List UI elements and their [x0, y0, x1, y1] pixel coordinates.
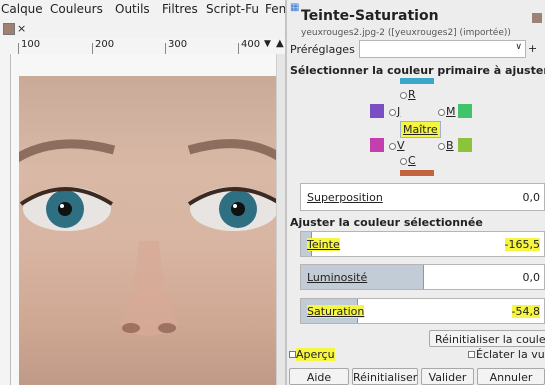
- adjust-label: Ajuster la couleur sélectionnée: [290, 216, 483, 229]
- ruler-tick: [92, 43, 93, 54]
- split-view-label[interactable]: Éclater la vue: [476, 348, 545, 361]
- ruler-tick: [18, 43, 19, 54]
- dialog-subtitle: yeuxrouges2.jpg-2 ([yeuxrouges2] (import…: [301, 28, 511, 38]
- cancel-button[interactable]: Annuler: [477, 368, 545, 385]
- image-canvas[interactable]: [11, 54, 276, 385]
- ruler-menu-arrow-icon[interactable]: ▼: [264, 39, 271, 49]
- master-button[interactable]: Maître: [400, 121, 441, 138]
- label-m[interactable]: M: [446, 105, 456, 118]
- ok-button[interactable]: Valider: [421, 368, 474, 385]
- vertical-ruler: [0, 54, 11, 385]
- saturation-value: -54,8: [511, 305, 540, 318]
- face-photo: [19, 76, 276, 385]
- radio-green[interactable]: [389, 143, 396, 150]
- dialog-title: Teinte-Saturation: [301, 8, 439, 24]
- ruler-tick: [238, 43, 239, 54]
- help-button[interactable]: Aide: [289, 368, 349, 385]
- saturation-slider[interactable]: Saturation -54,8: [300, 298, 545, 324]
- menu-filtres[interactable]: Filtres: [162, 2, 198, 16]
- add-preset-button[interactable]: +: [528, 42, 537, 55]
- presets-label: Préréglages :: [290, 43, 362, 56]
- preview-label[interactable]: Aperçu: [296, 348, 335, 361]
- overlap-label: Superposition: [307, 191, 383, 204]
- face-photo-drawing: [19, 139, 276, 336]
- presets-combo[interactable]: ∨: [359, 40, 526, 58]
- hue-slider[interactable]: Teinte -165,5: [300, 231, 545, 257]
- image-thumbnail-icon[interactable]: [3, 23, 15, 35]
- swatch-yellow: [370, 104, 384, 118]
- split-view-checkbox[interactable]: [468, 351, 475, 358]
- swatch-red: [400, 78, 434, 84]
- hue-saturation-dialog: ▦ Teinte-Saturation yeuxrouges2.jpg-2 ([…: [287, 0, 545, 385]
- ruler-mark: 100: [21, 39, 41, 50]
- horizontal-ruler: 100 200 300 400 ▼ ▲: [0, 38, 285, 55]
- menu-fenetres[interactable]: Fenêtres: [265, 2, 285, 16]
- combo-arrow-icon: ∨: [515, 42, 522, 52]
- ruler-mark: 200: [95, 39, 115, 50]
- label-j[interactable]: J: [397, 105, 400, 118]
- label-r[interactable]: R: [408, 88, 416, 101]
- label-v[interactable]: V: [397, 139, 405, 152]
- radio-magenta[interactable]: [438, 109, 445, 116]
- scroll-up-arrow-icon[interactable]: ▲: [276, 38, 284, 49]
- swatch-green: [370, 138, 384, 152]
- overlap-slider[interactable]: Superposition 0,0: [300, 183, 545, 211]
- ruler-mark: 300: [168, 39, 188, 50]
- hue-label: Teinte: [307, 238, 340, 251]
- image-tab-bar: ×: [0, 20, 285, 38]
- radio-cyan[interactable]: [400, 158, 407, 165]
- swatch-cyan: [400, 170, 434, 176]
- menu-calque[interactable]: Calque: [1, 2, 43, 16]
- radio-red[interactable]: [400, 92, 407, 99]
- menu-script-fu[interactable]: Script-Fu: [206, 2, 259, 16]
- radio-blue[interactable]: [438, 143, 445, 150]
- ruler-tick: [165, 43, 166, 54]
- menubar: Calque Couleurs Outils Filtres Script-Fu…: [0, 0, 285, 20]
- saturation-label: Saturation: [307, 305, 365, 318]
- select-primary-label: Sélectionner la couleur primaire à ajust…: [290, 64, 545, 77]
- label-b[interactable]: B: [446, 139, 454, 152]
- reset-color-button[interactable]: Réinitialiser la couleur: [429, 330, 545, 347]
- preview-checkbox[interactable]: [289, 351, 296, 358]
- menu-couleurs[interactable]: Couleurs: [50, 2, 103, 16]
- label-c[interactable]: C: [408, 154, 416, 167]
- layer-thumbnail-icon: [532, 13, 542, 23]
- reset-button[interactable]: Réinitialiser: [352, 368, 418, 385]
- hue-value: -165,5: [504, 238, 540, 251]
- swatch-blue: [458, 138, 472, 152]
- dialog-icon: ▦: [290, 2, 300, 13]
- ruler-mark: 400: [241, 39, 261, 50]
- radio-yellow[interactable]: [389, 109, 396, 116]
- overlap-value: 0,0: [522, 191, 541, 204]
- lightness-label: Luminosité: [307, 271, 368, 284]
- swatch-magenta: [458, 104, 472, 118]
- lightness-value: 0,0: [522, 271, 541, 284]
- close-icon[interactable]: ×: [17, 22, 26, 35]
- lightness-slider[interactable]: Luminosité 0,0: [300, 264, 545, 290]
- menu-outils[interactable]: Outils: [115, 2, 150, 16]
